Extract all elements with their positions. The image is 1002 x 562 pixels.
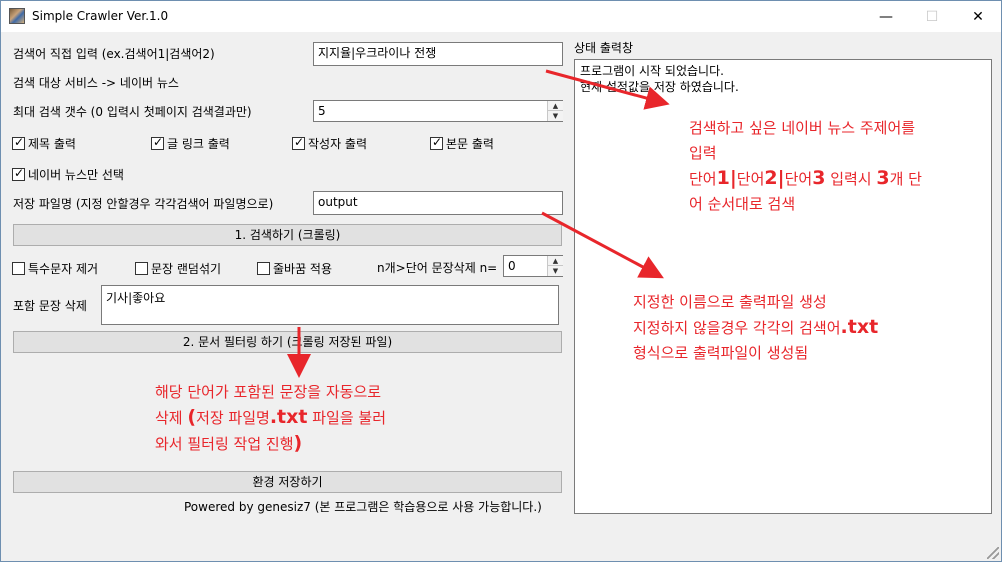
resize-grip-icon[interactable] <box>987 547 999 559</box>
arrow-to-log <box>545 69 670 110</box>
app-window: Simple Crawler Ver.1.0 — ☐ ✕ 검색어 직접 입력 (… <box>0 0 1002 562</box>
arrow-to-output-note <box>541 211 664 279</box>
annotation-arrows <box>287 69 670 378</box>
